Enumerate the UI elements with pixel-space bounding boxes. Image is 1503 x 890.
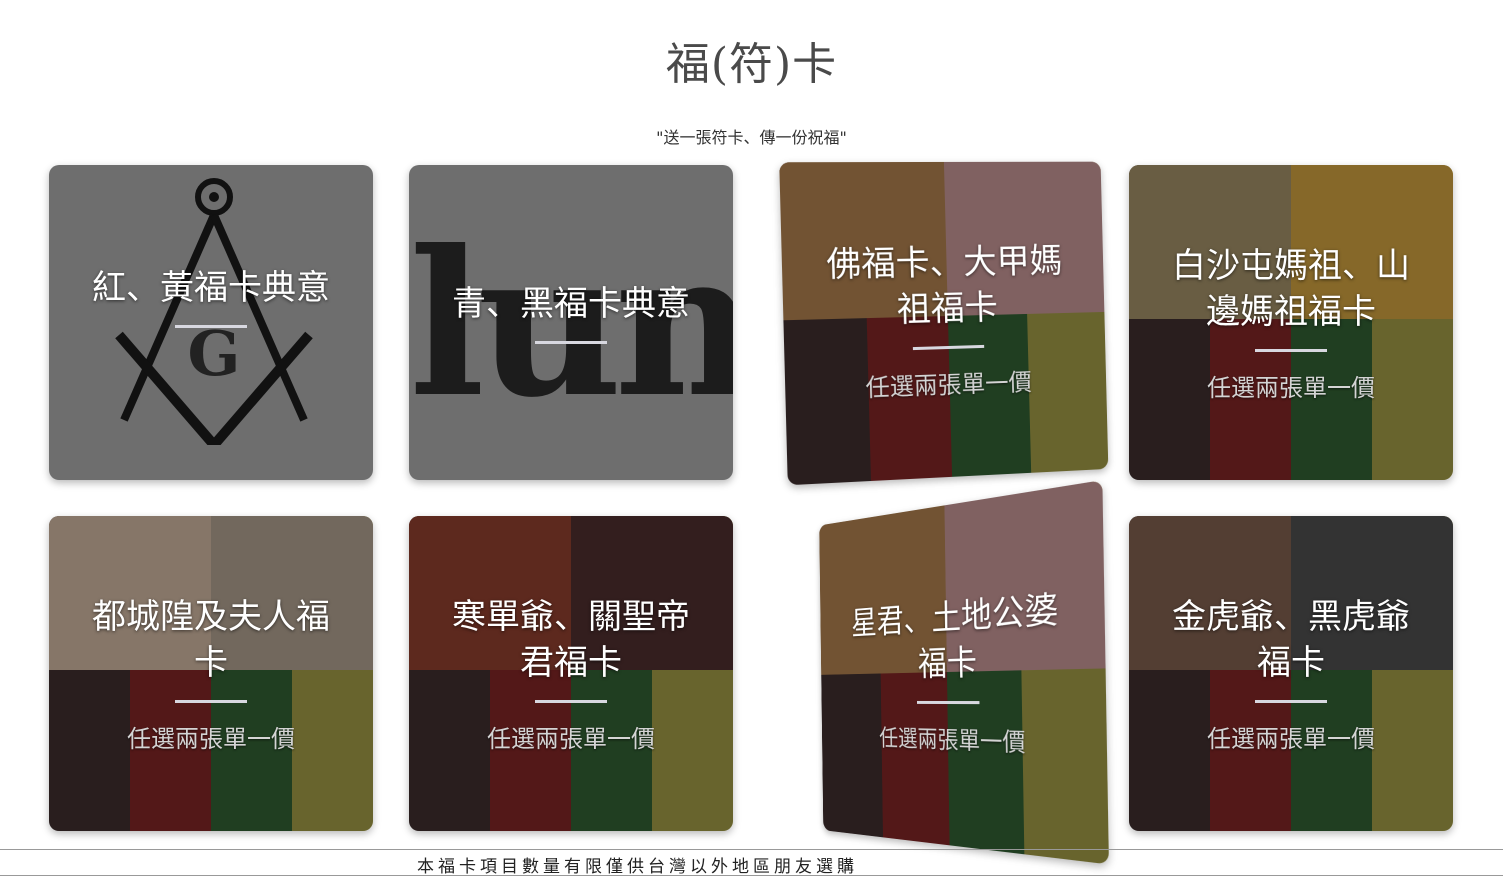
card-title: 白沙屯媽祖、山邊媽祖福卡 <box>1172 245 1410 332</box>
card-title: 寒單爺、關聖帝君福卡 <box>452 596 690 683</box>
card-golden-black-tiger[interactable]: 金虎爺、黑虎爺福卡 任選兩張單一價 <box>1129 516 1453 831</box>
card-title: 青、黑福卡典意 <box>452 284 690 324</box>
card-divider <box>916 700 980 705</box>
card-divider <box>535 341 607 344</box>
page-title: 福(符)卡 <box>665 39 838 90</box>
card-handan-guansheng[interactable]: 寒單爺、關聖帝君福卡 任選兩張單一價 <box>409 516 733 831</box>
card-baishatun-shanbian-mazu[interactable]: 白沙屯媽祖、山邊媽祖福卡 任選兩張單一價 <box>1129 165 1453 480</box>
card-price-note: 任選兩張單一價 <box>865 367 1033 402</box>
card-divider <box>175 699 247 703</box>
card-divider <box>175 325 247 328</box>
card-divider <box>1255 348 1327 352</box>
footer-notice: 本福卡項目數量有限僅供台灣以外地區朋友選購 <box>417 857 858 877</box>
card-title: 都城隍及夫人福卡 <box>92 596 330 683</box>
card-price-note: 任選兩張單一價 <box>1207 724 1375 753</box>
card-price-note: 任選兩張單一價 <box>879 724 1026 758</box>
card-divider <box>912 344 985 350</box>
card-divider <box>1255 699 1327 703</box>
card-xingjun-tudigong[interactable]: 星君、土地公婆福卡 任選兩張單一價 <box>819 480 1109 865</box>
card-red-yellow-meaning[interactable]: G 紅、黃福卡典意 <box>49 165 373 480</box>
card-price-note: 任選兩張單一價 <box>1207 373 1375 402</box>
card-price-note: 任選兩張單一價 <box>487 724 655 753</box>
card-title: 金虎爺、黑虎爺福卡 <box>1172 596 1410 683</box>
card-divider <box>535 699 607 703</box>
card-green-black-meaning[interactable]: luminati 青、黑福卡典意 <box>409 165 733 480</box>
page-subtitle: "送一張符卡、傳一份祝福" <box>656 128 847 147</box>
card-title: 星君、土地公婆福卡 <box>851 588 1059 685</box>
card-city-god-and-wife[interactable]: 都城隍及夫人福卡 任選兩張單一價 <box>49 516 373 831</box>
footer-top-divider <box>0 849 1503 850</box>
card-buddha-dajia-mazu[interactable]: 佛福卡、大甲媽祖福卡 任選兩張單一價 <box>779 161 1109 486</box>
card-price-note: 任選兩張單一價 <box>127 724 295 753</box>
card-title: 紅、黃福卡典意 <box>92 268 330 308</box>
card-title: 佛福卡、大甲媽祖福卡 <box>825 240 1063 330</box>
footer-bottom-divider <box>0 875 1503 876</box>
